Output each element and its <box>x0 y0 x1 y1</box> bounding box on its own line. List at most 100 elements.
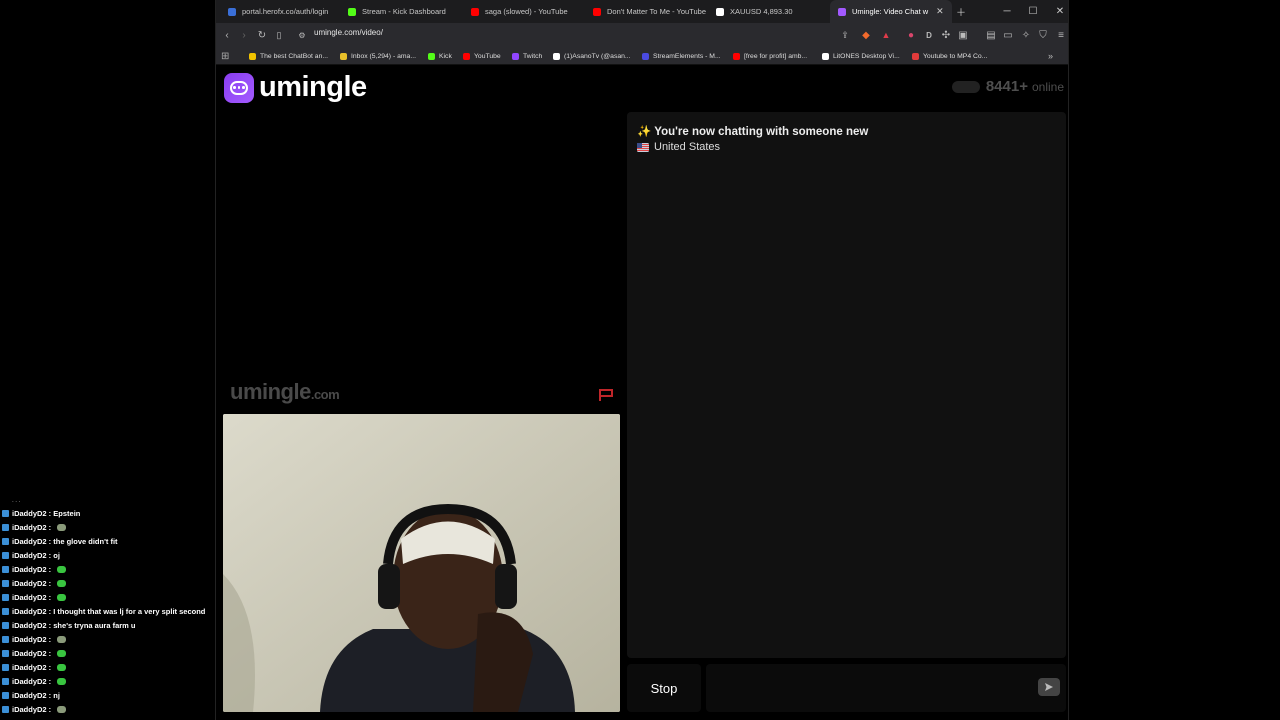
bookmark-item[interactable]: YouTube <box>463 47 501 65</box>
chat-badge-icon <box>2 593 9 601</box>
chat-separator: : <box>46 690 54 700</box>
share-icon[interactable]: ⇪ <box>836 23 854 47</box>
amazon-favicon <box>340 52 347 60</box>
chat-emote-icon <box>57 635 67 643</box>
bookmark-item[interactable]: The best ChatBot an... <box>249 47 328 65</box>
chat-badge-icon <box>2 663 9 671</box>
online-label: online <box>1031 79 1064 94</box>
navigation-toolbar: ‹ › ↻ ▯ ⚙ umingle.com/video/ ⇪ ◆ ▲ ● D ✣… <box>216 23 1068 47</box>
bookmark-item[interactable]: Youtube to MP4 Co... <box>912 47 987 65</box>
chat-username: iDaddyD2 <box>12 620 47 630</box>
chat-separator: : <box>46 592 54 602</box>
stranger-video <box>224 112 620 410</box>
umingle-page: umingle 8441+ online umingle.com ✨ You'r… <box>216 66 1068 720</box>
online-toggle[interactable] <box>951 80 980 93</box>
chat-message: iDaddyD2 : <box>0 674 215 688</box>
chat-username: iDaddyD2 <box>12 564 47 574</box>
bookmark-item[interactable]: StreamElements - M... <box>642 47 721 65</box>
back-icon[interactable]: ‹ <box>218 23 236 47</box>
brave-rewards-icon[interactable]: ▲ <box>877 23 895 47</box>
sidebar-icon[interactable]: ▤ <box>982 23 1000 47</box>
chat-separator: : <box>46 550 54 560</box>
wallet-icon[interactable]: ▭ <box>999 23 1017 47</box>
webcam-person-image <box>223 414 620 712</box>
chat-username: iDaddyD2 <box>12 634 47 644</box>
streamelements-favicon <box>642 52 649 60</box>
tab-herofx[interactable]: portal.herofx.co/auth/login <box>220 0 336 23</box>
tab-umingle[interactable]: Umingle: Video Chat w ✕ <box>830 0 952 23</box>
bookmarks-bar: ⊞ The best ChatBot an... Inbox (5,294) -… <box>216 47 1068 65</box>
chat-text: the glove didn't fit <box>53 536 118 546</box>
chat-message-list: iDaddyD2 : Epstein iDaddyD2 : iDaddyD2 : … <box>0 506 215 716</box>
extension-box-icon[interactable]: ▣ <box>954 23 972 47</box>
site-info-icon[interactable]: ⚙ <box>293 23 311 47</box>
vpn-shield-icon[interactable]: ⛉ <box>1034 23 1052 47</box>
more-bookmarks-icon[interactable]: » <box>1048 47 1053 65</box>
chat-separator: : <box>46 508 54 518</box>
extension-1-icon[interactable]: ● <box>902 23 920 47</box>
chat-message: iDaddyD2 : she's tryna aura farm u <box>0 618 215 632</box>
window-close-icon[interactable]: ✕ <box>1047 0 1073 23</box>
tab-xauusd[interactable]: XAUUSD 4,893.30 <box>708 0 801 23</box>
chat-username: iDaddyD2 <box>12 662 47 672</box>
maximize-icon[interactable]: ☐ <box>1020 0 1046 23</box>
menu-icon[interactable]: ≡ <box>1052 23 1070 47</box>
bookmark-item[interactable]: Kick <box>428 47 452 65</box>
tab-dont-matter-youtube[interactable]: Don't Matter To Me - YouTube <box>585 0 714 23</box>
chat-separator: : <box>46 662 54 672</box>
extension-d-icon[interactable]: D <box>920 23 938 47</box>
chat-badge-icon <box>2 579 9 587</box>
send-button[interactable] <box>1038 678 1060 696</box>
chat-text: I thought that was lj for a very split s… <box>53 606 206 616</box>
chat-separator: : <box>46 564 54 574</box>
video-watermark: umingle.com <box>230 379 340 404</box>
tab-saga-youtube[interactable]: saga (slowed) - YouTube <box>463 0 576 23</box>
bookmark-icon[interactable]: ▯ <box>270 23 288 47</box>
bookmark-item[interactable]: Twitch <box>512 47 542 65</box>
bookmark-item[interactable]: LitONES Desktop Vi... <box>822 47 900 65</box>
leo-ai-icon[interactable]: ✧ <box>1017 23 1035 47</box>
address-bar[interactable]: umingle.com/video/ <box>314 28 383 37</box>
message-input[interactable] <box>706 664 1066 712</box>
tab-kick-dashboard[interactable]: Stream - Kick Dashboard <box>340 0 454 23</box>
kick-favicon <box>348 7 356 16</box>
stop-button[interactable]: Stop <box>627 664 701 712</box>
umingle-logo[interactable]: umingle <box>224 71 367 104</box>
new-tab-icon[interactable]: ＋ <box>948 0 974 23</box>
chat-separator: : <box>46 634 54 644</box>
close-tab-icon[interactable]: ✕ <box>936 6 944 17</box>
chat-emote-icon <box>57 663 67 671</box>
chat-text: Epstein <box>53 508 81 518</box>
forward-icon[interactable]: › <box>235 23 253 47</box>
chat-cutoff-line: . . . <box>12 498 21 504</box>
country-name: United States <box>654 141 721 153</box>
chat-message: iDaddyD2 : <box>0 520 215 534</box>
youtube-favicon <box>471 7 479 16</box>
report-flag-icon[interactable] <box>598 388 614 402</box>
chatbot-favicon <box>249 52 256 60</box>
reload-icon[interactable]: ↻ <box>253 23 271 47</box>
chat-separator: : <box>46 676 54 686</box>
chat-text: nj <box>53 690 60 700</box>
chat-separator: : <box>46 620 54 630</box>
logo-text: umingle <box>259 71 367 103</box>
bookmark-item[interactable]: (1)AsanoTv (@asan... <box>553 47 631 65</box>
chat-message: iDaddyD2 : I thought that was lj for a v… <box>0 604 215 618</box>
browser-window: portal.herofx.co/auth/login Stream - Kic… <box>215 0 1069 720</box>
chat-badge-icon <box>2 565 9 573</box>
chat-username: iDaddyD2 <box>12 690 47 700</box>
chat-emote-icon <box>57 677 67 685</box>
bookmark-item[interactable]: [free for profit] amb... <box>733 47 807 65</box>
chat-badge-icon <box>2 691 9 699</box>
extensions-icon[interactable]: ✣ <box>937 23 955 47</box>
chat-username: iDaddyD2 <box>12 606 47 616</box>
chat-emote-icon <box>57 523 67 531</box>
tab-bar: portal.herofx.co/auth/login Stream - Kic… <box>216 0 1068 23</box>
bookmark-item[interactable]: Inbox (5,294) - ama... <box>340 47 416 65</box>
chat-badge-icon <box>2 551 9 559</box>
litones-favicon <box>822 52 829 60</box>
brave-shields-icon[interactable]: ◆ <box>857 23 875 47</box>
chat-username: iDaddyD2 <box>12 508 47 518</box>
minimize-icon[interactable]: ─ <box>994 0 1020 23</box>
apps-grid-icon[interactable]: ⊞ <box>221 47 229 65</box>
